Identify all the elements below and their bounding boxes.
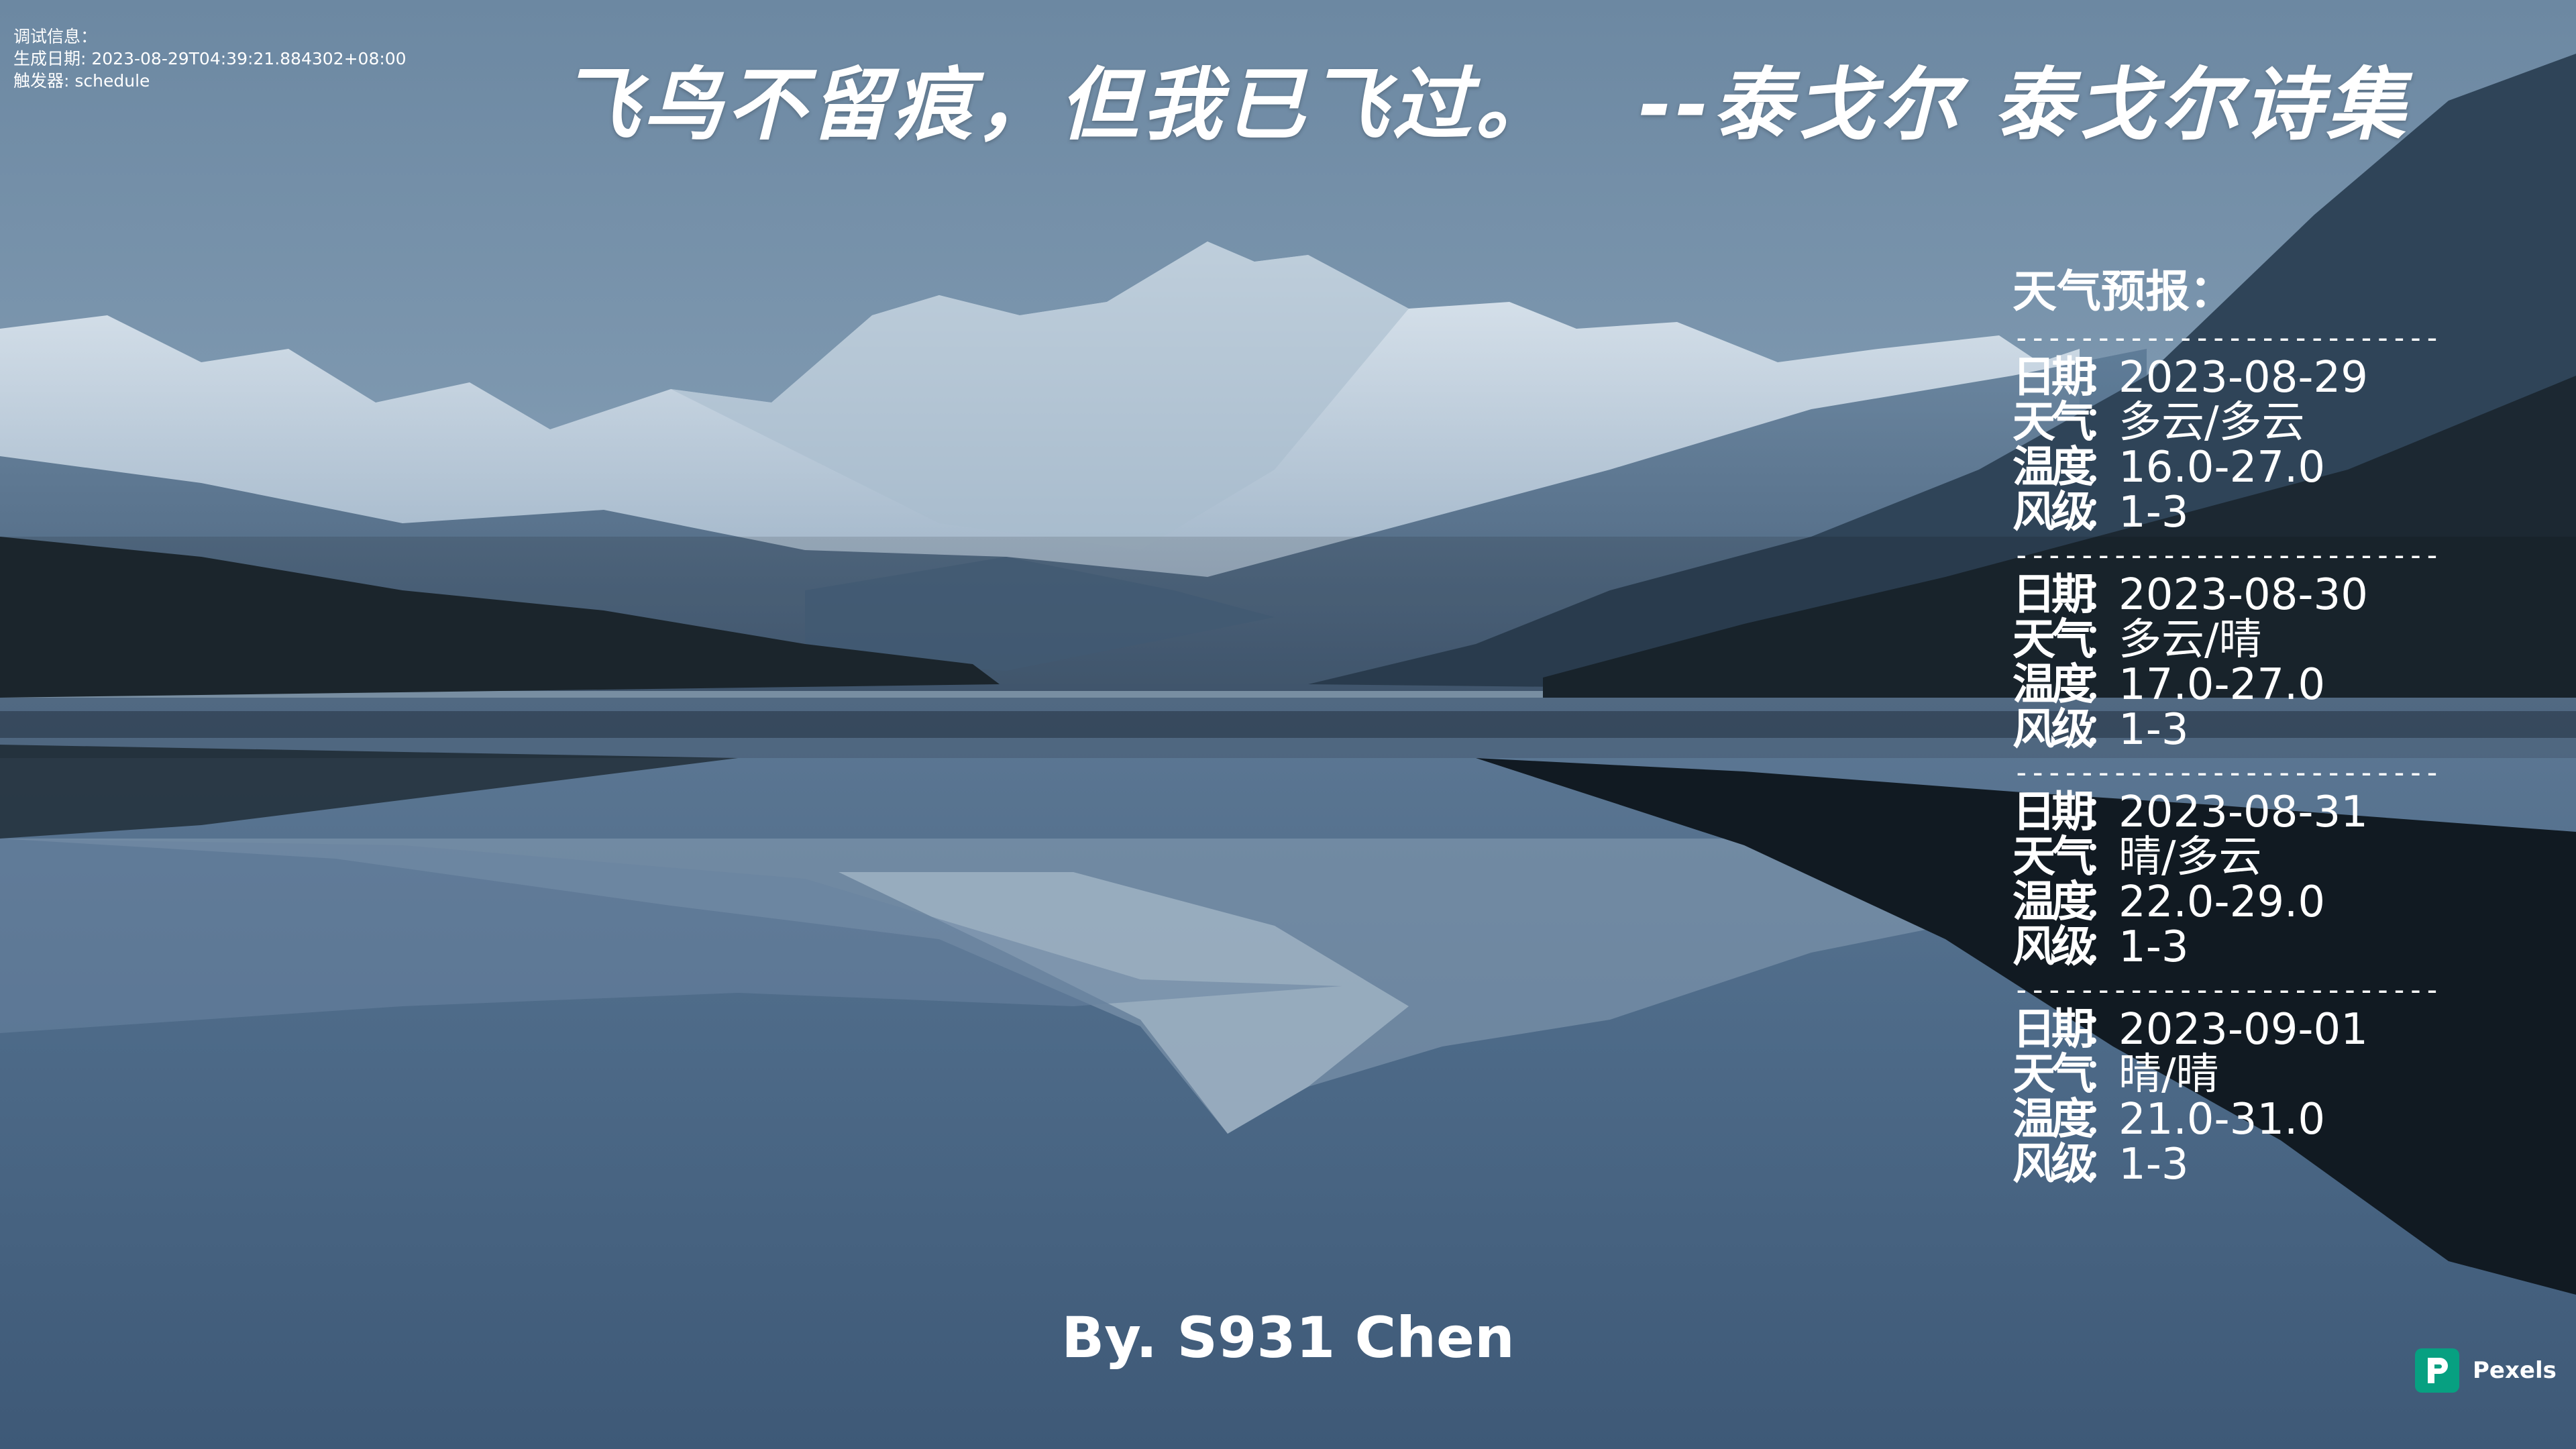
- quote-banner: 飞鸟不留痕，但我已飞过。 --泰戈尔 泰戈尔诗集: [560, 40, 2410, 155]
- forecast-temp-row: 温度： 21.0-31.0: [2012, 1097, 2442, 1142]
- forecast-weather: 晴/晴: [2118, 1050, 2219, 1099]
- wind-label: 风级: [2012, 1140, 2094, 1189]
- temp-label: 温度: [2012, 660, 2094, 710]
- wind-label: 风级: [2012, 922, 2094, 972]
- forecast-day: 日期： 2023-08-30 天气：多云/晴 温度： 17.0-27.0 风级： 1-…: [2012, 570, 2442, 758]
- debug-generated-date: 生成日期: 2023-08-29T04:39:21.884302+08:00: [13, 49, 407, 68]
- wind-label: 风级: [2012, 705, 2094, 755]
- forecast-date-row: 日期： 2023-09-01: [2012, 1008, 2442, 1053]
- temp-label: 温度: [2012, 877, 2094, 927]
- forecast-temp-row: 温度： 17.0-27.0: [2012, 663, 2442, 708]
- forecast-wind-row: 风级： 1-3: [2012, 708, 2442, 753]
- weather-label: 天气: [2012, 398, 2094, 447]
- forecast-date-row: 日期： 2023-08-29: [2012, 356, 2442, 400]
- forecast-temp: 16.0-27.0: [2118, 443, 2326, 492]
- forecast-weather: 晴/多云: [2118, 833, 2262, 882]
- forecast-day: 日期： 2023-08-29 天气：多云/多云 温度： 16.0-27.0 风级： 1…: [2012, 353, 2442, 541]
- weather-label: 天气: [2012, 1050, 2094, 1099]
- forecast-wind: 1-3: [2118, 1140, 2189, 1189]
- separator: ：: [2082, 660, 2125, 710]
- forecast-date-row: 日期： 2023-08-30: [2012, 573, 2442, 618]
- weather-label: 天气: [2012, 615, 2094, 665]
- wind-label: 风级: [2012, 488, 2094, 537]
- separator: ：: [2082, 1005, 2125, 1055]
- forecast-date: 2023-08-31: [2118, 788, 2368, 837]
- forecast-temp: 17.0-27.0: [2118, 660, 2326, 710]
- quote-author: --泰戈尔 泰戈尔诗集: [1639, 58, 2410, 151]
- forecast-date: 2023-08-30: [2118, 570, 2368, 620]
- pexels-watermark: Pexels: [2415, 1348, 2557, 1393]
- debug-info: 调试信息： 生成日期: 2023-08-29T04:39:21.884302+0…: [13, 25, 407, 92]
- weather-divider: ------------------------------: [2012, 975, 2442, 1005]
- weather-label: 天气: [2012, 833, 2094, 882]
- separator: ：: [2082, 353, 2125, 402]
- forecast-date: 2023-08-29: [2118, 353, 2368, 402]
- author-byline: By. S931 Chen: [1061, 1305, 1515, 1371]
- date-label: 日期: [2012, 570, 2094, 620]
- date-label: 日期: [2012, 788, 2094, 837]
- weather-divider: ------------------------------: [2012, 541, 2442, 570]
- separator: ：: [2082, 488, 2125, 537]
- date-label: 日期: [2012, 353, 2094, 402]
- temp-label: 温度: [2012, 443, 2094, 492]
- separator: ：: [2082, 570, 2125, 620]
- quote-text: 飞鸟不留痕，但我已飞过。: [560, 58, 1559, 151]
- forecast-wind-row: 风级： 1-3: [2012, 1142, 2442, 1187]
- separator: ：: [2082, 788, 2125, 837]
- weather-divider: ------------------------------: [2012, 323, 2442, 353]
- forecast-day: 日期： 2023-08-31 天气：晴/多云 温度： 22.0-29.0 风级： 1-…: [2012, 788, 2442, 975]
- separator: ：: [2082, 615, 2125, 665]
- forecast-weather: 多云/晴: [2118, 615, 2262, 665]
- forecast-wind-row: 风级： 1-3: [2012, 925, 2442, 970]
- forecast-temp: 21.0-31.0: [2118, 1095, 2326, 1144]
- forecast-temp-row: 温度： 22.0-29.0: [2012, 880, 2442, 925]
- forecast-temp: 22.0-29.0: [2118, 877, 2326, 927]
- forecast-date-row: 日期： 2023-08-31: [2012, 790, 2442, 835]
- forecast-weather: 多云/多云: [2118, 398, 2305, 447]
- separator: ：: [2082, 877, 2125, 927]
- forecast-wind: 1-3: [2118, 488, 2189, 537]
- pexels-label: Pexels: [2473, 1357, 2557, 1384]
- forecast-weather-row: 天气：多云/晴: [2012, 618, 2442, 663]
- forecast-wind: 1-3: [2118, 705, 2189, 755]
- separator: ：: [2082, 1140, 2125, 1189]
- forecast-date: 2023-09-01: [2118, 1005, 2368, 1055]
- weather-forecast-panel: 天气预报： ------------------------------ 日期：…: [2012, 262, 2442, 1193]
- weather-divider: ------------------------------: [2012, 758, 2442, 788]
- separator: ：: [2082, 922, 2125, 972]
- forecast-weather-row: 天气：晴/多云: [2012, 835, 2442, 880]
- pexels-logo-icon: [2415, 1348, 2459, 1393]
- forecast-weather-row: 天气：多云/多云: [2012, 400, 2442, 445]
- forecast-wind-row: 风级： 1-3: [2012, 490, 2442, 535]
- weather-title: 天气预报：: [2012, 266, 2234, 317]
- forecast-day: 日期： 2023-09-01 天气：晴/晴 温度： 21.0-31.0 风级： 1-3: [2012, 1005, 2442, 1193]
- separator: ：: [2082, 1095, 2125, 1144]
- forecast-weather-row: 天气：晴/晴: [2012, 1053, 2442, 1097]
- temp-label: 温度: [2012, 1095, 2094, 1144]
- debug-trigger: 触发器: schedule: [13, 71, 150, 91]
- date-label: 日期: [2012, 1005, 2094, 1055]
- separator: ：: [2082, 398, 2125, 447]
- separator: ：: [2082, 705, 2125, 755]
- separator: ：: [2082, 833, 2125, 882]
- debug-title: 调试信息：: [13, 27, 98, 46]
- forecast-wind: 1-3: [2118, 922, 2189, 972]
- separator: ：: [2082, 1050, 2125, 1099]
- separator: ：: [2082, 443, 2125, 492]
- forecast-temp-row: 温度： 16.0-27.0: [2012, 445, 2442, 490]
